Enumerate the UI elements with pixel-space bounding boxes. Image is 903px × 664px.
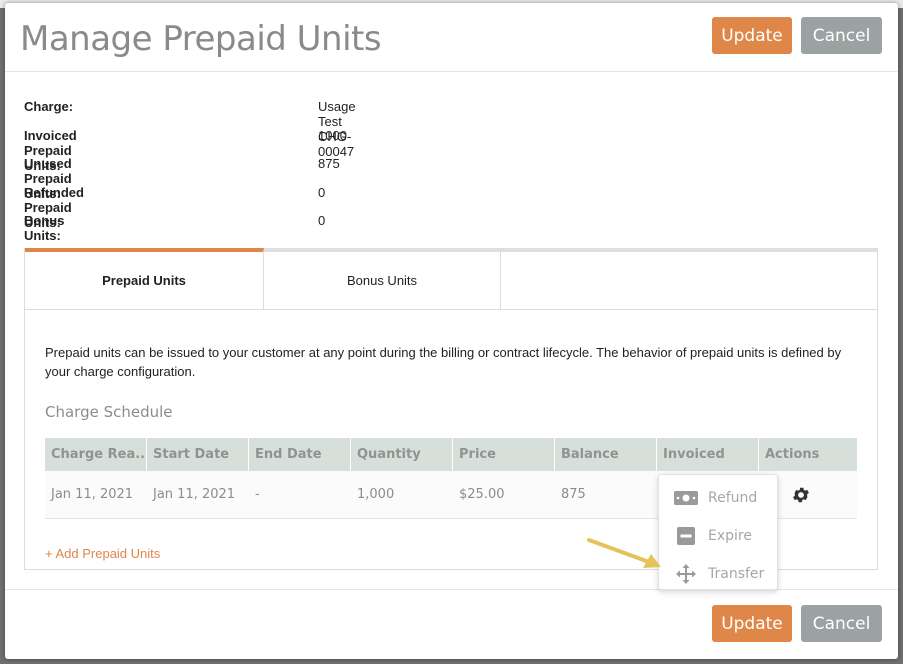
- update-button-bottom[interactable]: Update: [712, 605, 792, 642]
- tab-bonus-units[interactable]: Bonus Units: [264, 248, 501, 310]
- menu-item-refund[interactable]: Refund: [659, 479, 777, 517]
- cell-start-date: Jan 11, 2021: [153, 487, 236, 502]
- add-prepaid-units-link[interactable]: + Add Prepaid Units: [45, 546, 160, 561]
- info-value: 0: [318, 213, 326, 229]
- gear-icon[interactable]: [791, 485, 811, 505]
- column-header-invoiced[interactable]: Invoiced: [657, 438, 759, 471]
- update-button-top[interactable]: Update: [712, 17, 792, 54]
- cell-quantity: 1,000: [357, 487, 395, 502]
- annotation-arrow-icon: [587, 538, 661, 568]
- info-label: Charge:: [24, 99, 74, 114]
- money-icon: [674, 489, 698, 507]
- info-label: Bonus Units:: [24, 213, 65, 244]
- cell-balance: 875: [561, 487, 586, 502]
- table-header: Charge Rea... Start Date End Date Quanti…: [45, 438, 857, 471]
- info-value: 0: [318, 184, 326, 200]
- info-value: 1000: [318, 127, 347, 143]
- cell-end-date: -: [255, 487, 260, 502]
- prepaid-description: Prepaid units can be issued to your cust…: [45, 345, 842, 379]
- modal-header: Manage Prepaid Units Update Cancel: [5, 3, 898, 72]
- move-arrows-icon: [674, 564, 698, 584]
- column-header-actions: Actions: [765, 447, 820, 462]
- menu-item-label: Expire: [708, 528, 752, 544]
- cell-charge-reason: Jan 11, 2021: [51, 487, 134, 502]
- column-header-balance[interactable]: Balance: [555, 438, 657, 471]
- modal-title: Manage Prepaid Units: [20, 19, 382, 59]
- menu-item-transfer[interactable]: Transfer: [659, 555, 777, 593]
- menu-item-expire[interactable]: Expire: [659, 517, 777, 555]
- column-header-quantity[interactable]: Quantity: [351, 438, 453, 471]
- menu-item-label: Transfer: [708, 566, 765, 582]
- column-header-charge-reason[interactable]: Charge Rea...: [45, 438, 147, 471]
- column-header-end-date[interactable]: End Date: [249, 438, 351, 471]
- tab-bar-filler: [501, 248, 877, 310]
- cancel-button-top[interactable]: Cancel: [801, 17, 882, 54]
- menu-item-label: Refund: [708, 490, 758, 506]
- tab-prepaid-units[interactable]: Prepaid Units: [25, 248, 264, 310]
- cell-price: $25.00: [459, 487, 505, 502]
- info-value: 875: [318, 156, 340, 172]
- charge-schedule-title: Charge Schedule: [45, 403, 173, 421]
- column-header-start-date[interactable]: Start Date: [147, 438, 249, 471]
- cancel-button-bottom[interactable]: Cancel: [801, 605, 882, 642]
- minus-box-icon: [674, 527, 698, 545]
- column-header-price[interactable]: Price: [453, 438, 555, 471]
- actions-dropdown-menu: Refund Expire Transfer: [658, 474, 778, 590]
